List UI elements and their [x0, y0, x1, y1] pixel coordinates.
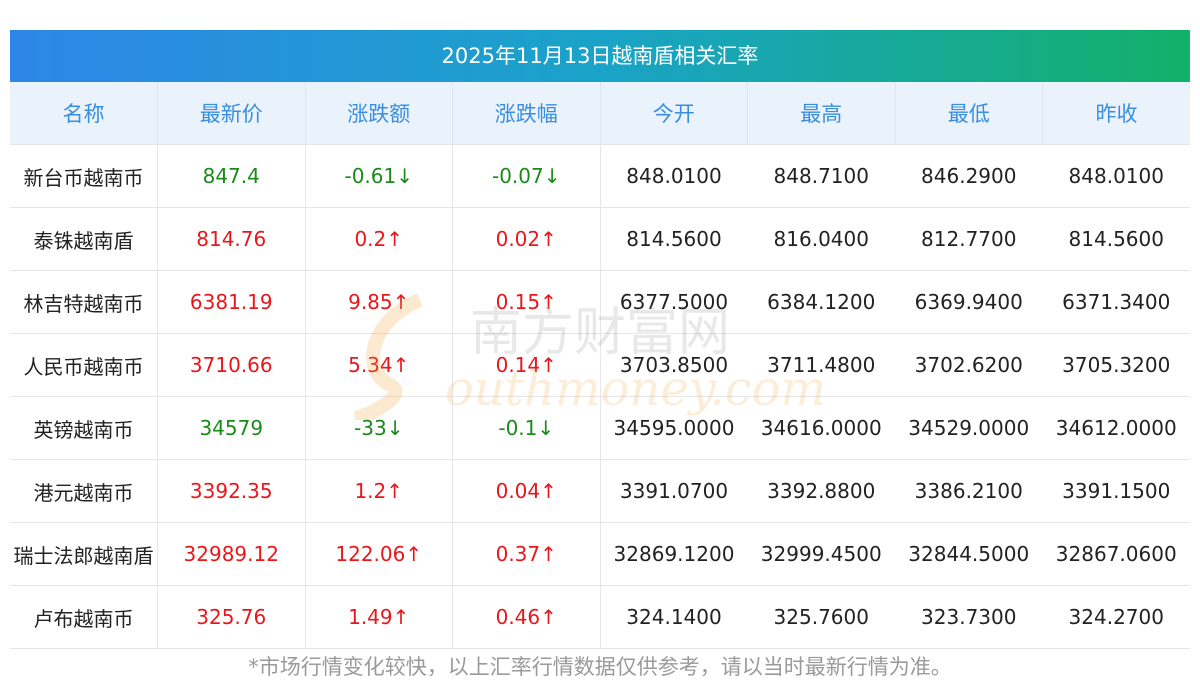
cell-pct: 0.04↑: [452, 459, 601, 523]
cell-low: 812.7700: [895, 207, 1043, 271]
cell-low: 846.2900: [895, 144, 1043, 208]
cell-latest: 847.4: [157, 144, 306, 208]
cell-open: 3703.8500: [600, 333, 748, 397]
cell-latest: 3710.66: [157, 333, 306, 397]
cell-change: 1.49↑: [305, 585, 453, 649]
cell-open: 324.1400: [600, 585, 748, 649]
table-row: 瑞士法郎越南盾 32989.12 122.06↑ 0.37↑ 32869.1200 329…: [10, 522, 1190, 586]
table-header-row: 名称 最新价 涨跌额 涨跌幅 今开 最高 最低 昨收: [10, 82, 1190, 145]
cell-prev: 3391.1500: [1042, 459, 1190, 523]
cell-low: 3386.2100: [895, 459, 1043, 523]
cell-prev: 848.0100: [1042, 144, 1190, 208]
table-row: 林吉特越南币 6381.19 9.85↑ 0.15↑ 6377.5000 6384.120…: [10, 270, 1190, 334]
rate-table-panel: 2025年11月13日越南盾相关汇率 名称 最新价 涨跌额 涨跌幅 今开 最高 …: [10, 30, 1190, 649]
header-low: 最低: [895, 82, 1043, 145]
cell-low: 3702.6200: [895, 333, 1043, 397]
cell-prev: 3705.3200: [1042, 333, 1190, 397]
cell-name: 泰铢越南盾: [10, 207, 158, 271]
header-change: 涨跌额: [305, 82, 453, 145]
cell-prev: 6371.3400: [1042, 270, 1190, 334]
cell-change: -0.61↓: [305, 144, 453, 208]
cell-high: 32999.4500: [747, 522, 895, 586]
cell-open: 3391.0700: [600, 459, 748, 523]
table-row: 泰铢越南盾 814.76 0.2↑ 0.02↑ 814.5600 816.0400 812.…: [10, 207, 1190, 271]
table-row: 港元越南币 3392.35 1.2↑ 0.04↑ 3391.0700 3392.8800 3…: [10, 459, 1190, 523]
cell-prev: 324.2700: [1042, 585, 1190, 649]
cell-name: 卢布越南币: [10, 585, 158, 649]
header-name: 名称: [10, 82, 158, 145]
cell-name: 港元越南币: [10, 459, 158, 523]
cell-prev: 32867.0600: [1042, 522, 1190, 586]
cell-change: 9.85↑: [305, 270, 453, 334]
header-prev: 昨收: [1042, 82, 1190, 145]
cell-pct: -0.1↓: [452, 396, 601, 460]
cell-latest: 814.76: [157, 207, 306, 271]
cell-high: 816.0400: [747, 207, 895, 271]
cell-name: 人民币越南币: [10, 333, 158, 397]
cell-name: 瑞士法郎越南盾: [10, 522, 158, 586]
cell-open: 814.5600: [600, 207, 748, 271]
cell-pct: 0.14↑: [452, 333, 601, 397]
cell-prev: 814.5600: [1042, 207, 1190, 271]
cell-open: 32869.1200: [600, 522, 748, 586]
header-pct: 涨跌幅: [452, 82, 601, 145]
table-title: 2025年11月13日越南盾相关汇率: [10, 30, 1190, 82]
cell-pct: 0.37↑: [452, 522, 601, 586]
cell-latest: 32989.12: [157, 522, 306, 586]
cell-open: 848.0100: [600, 144, 748, 208]
cell-open: 34595.0000: [600, 396, 748, 460]
cell-low: 6369.9400: [895, 270, 1043, 334]
cell-pct: 0.02↑: [452, 207, 601, 271]
cell-change: -33↓: [305, 396, 453, 460]
header-latest: 最新价: [157, 82, 306, 145]
table-row: 人民币越南币 3710.66 5.34↑ 0.14↑ 3703.8500 3711.480…: [10, 333, 1190, 397]
cell-high: 848.7100: [747, 144, 895, 208]
table-row: 新台币越南币 847.4 -0.61↓ -0.07↓ 848.0100 848.7100 8…: [10, 144, 1190, 208]
cell-latest: 3392.35: [157, 459, 306, 523]
cell-prev: 34612.0000: [1042, 396, 1190, 460]
cell-name: 新台币越南币: [10, 144, 158, 208]
cell-change: 1.2↑: [305, 459, 453, 523]
cell-low: 32844.5000: [895, 522, 1043, 586]
cell-low: 323.7300: [895, 585, 1043, 649]
cell-high: 34616.0000: [747, 396, 895, 460]
cell-latest: 325.76: [157, 585, 306, 649]
cell-open: 6377.5000: [600, 270, 748, 334]
disclaimer-footer: *市场行情变化较快，以上汇率行情数据仅供参考，请以当时最新行情为准。: [248, 655, 952, 679]
cell-pct: -0.07↓: [452, 144, 601, 208]
cell-high: 3392.8800: [747, 459, 895, 523]
rate-table: 名称 最新价 涨跌额 涨跌幅 今开 最高 最低 昨收 新台币越南币 847.4 -0…: [10, 82, 1190, 649]
cell-change: 0.2↑: [305, 207, 453, 271]
cell-latest: 34579: [157, 396, 306, 460]
cell-change: 122.06↑: [305, 522, 453, 586]
cell-name: 林吉特越南币: [10, 270, 158, 334]
header-high: 最高: [747, 82, 896, 145]
cell-name: 英镑越南币: [10, 396, 158, 460]
cell-low: 34529.0000: [895, 396, 1043, 460]
cell-latest: 6381.19: [157, 270, 306, 334]
cell-change: 5.34↑: [305, 333, 453, 397]
cell-high: 325.7600: [747, 585, 895, 649]
cell-high: 3711.4800: [747, 333, 895, 397]
table-row: 卢布越南币 325.76 1.49↑ 0.46↑ 324.1400 325.7600 323…: [10, 585, 1190, 649]
header-open: 今开: [600, 82, 748, 145]
cell-pct: 0.46↑: [452, 585, 601, 649]
cell-pct: 0.15↑: [452, 270, 601, 334]
cell-high: 6384.1200: [747, 270, 895, 334]
table-row: 英镑越南币 34579 -33↓ -0.1↓ 34595.0000 34616.0000 3…: [10, 396, 1190, 460]
